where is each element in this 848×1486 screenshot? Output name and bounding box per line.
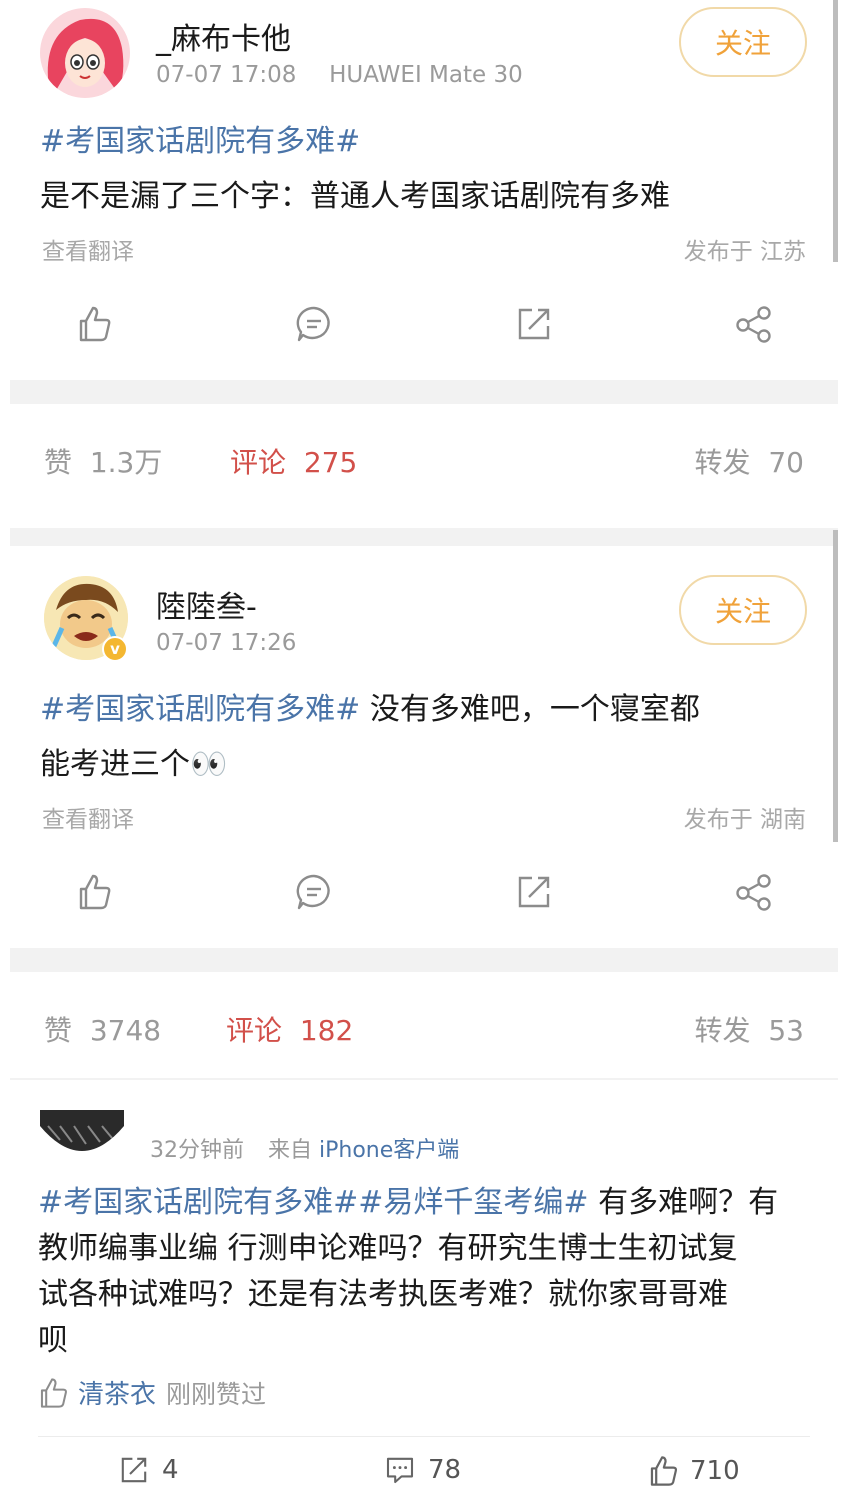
share-box-icon xyxy=(518,308,550,340)
share-box-icon xyxy=(518,876,550,908)
share-nodes-icon xyxy=(736,874,771,911)
liked-by-row: 清茶衣 刚刚赞过 xyxy=(36,1374,266,1411)
verified-badge: v xyxy=(102,636,128,662)
section-divider xyxy=(10,1078,838,1080)
avatar-cropped xyxy=(40,1110,124,1151)
post-text-line4: 呗 xyxy=(38,1323,68,1358)
post-text-line1: 没有多难吧，一个寝室都 xyxy=(360,692,700,727)
share-box-icon xyxy=(121,1457,147,1483)
comments-count[interactable]: 评论 182 xyxy=(226,1009,353,1049)
avatar-cartoon-girl xyxy=(40,8,130,98)
eyes-emoji: 👀 xyxy=(190,747,228,782)
likes-value: 1.3万 xyxy=(89,446,163,479)
like-count: 710 xyxy=(690,1456,740,1486)
post-text-line2: 教师编事业编 行测申论难吗？有研究生博士生初试复 xyxy=(38,1231,738,1266)
section-divider xyxy=(10,948,838,972)
repost-button[interactable] xyxy=(510,300,558,348)
scrollbar[interactable] xyxy=(833,530,838,842)
post-text: 是不是漏了三个字：普通人考国家话剧院有多难 xyxy=(40,179,670,214)
liked-text: 刚刚赞过 xyxy=(166,1379,267,1409)
comments-count[interactable]: 评论 275 xyxy=(230,441,357,481)
translate-link[interactable]: 查看翻译 xyxy=(42,800,134,834)
share-button[interactable] xyxy=(730,300,778,348)
comments-label: 评论 xyxy=(230,446,287,479)
section-divider xyxy=(10,380,838,404)
reposts-label: 转发 xyxy=(694,1014,751,1047)
follow-button[interactable]: 关注 xyxy=(679,575,807,645)
thumb-up-icon xyxy=(40,1377,67,1408)
hashtag-link[interactable]: #考国家话剧院有多难# xyxy=(40,124,360,159)
like-button[interactable]: 710 xyxy=(646,1454,740,1486)
avatar[interactable] xyxy=(40,8,130,98)
share-nodes-icon xyxy=(736,306,771,343)
like-button[interactable] xyxy=(70,868,118,916)
likes-count[interactable]: 赞 3748 xyxy=(44,1009,161,1049)
thumb-up-icon xyxy=(79,874,111,910)
post-text-line1: 有多难啊？有 xyxy=(588,1185,779,1220)
post-text-line2: 能考进三个 xyxy=(40,747,190,782)
likes-label: 赞 xyxy=(44,446,73,479)
likes-value: 3748 xyxy=(89,1014,162,1047)
follow-button[interactable]: 关注 xyxy=(679,7,807,77)
comments-value: 275 xyxy=(303,446,358,479)
comments-value: 182 xyxy=(299,1014,354,1047)
scrollbar[interactable] xyxy=(833,0,838,262)
location-label: 发布于 江苏 xyxy=(683,239,806,265)
username[interactable]: _麻布卡他 xyxy=(156,14,291,58)
post-text-line3: 试各种试难吗？还是有法考执医考难？就你家哥哥难 xyxy=(38,1277,728,1312)
source-prefix: 来自 xyxy=(268,1138,313,1163)
post-content: #考国家话剧院有多难# 是不是漏了三个字：普通人考国家话剧院有多难 xyxy=(40,114,830,224)
comment-icon xyxy=(386,1457,414,1484)
hashtag-link[interactable]: #考国家话剧院有多难# xyxy=(40,692,360,727)
repost-count: 4 xyxy=(162,1455,179,1485)
source-link[interactable]: iPhone客户端 xyxy=(319,1138,459,1163)
comment-icon xyxy=(296,306,330,342)
section-divider xyxy=(38,1436,810,1437)
thumb-up-icon xyxy=(79,306,111,342)
like-button[interactable] xyxy=(70,300,118,348)
hashtag-link[interactable]: #易烊千玺考编# xyxy=(358,1185,588,1220)
comment-count: 78 xyxy=(428,1455,462,1485)
reposts-count[interactable]: 转发 53 xyxy=(695,1009,804,1049)
post-meta: 32分钟前 来自 iPhone客户端 xyxy=(150,1132,459,1164)
section-divider xyxy=(10,528,838,546)
comments-label: 评论 xyxy=(226,1014,283,1047)
liker-name[interactable]: 清茶衣 xyxy=(78,1374,156,1411)
comment-button[interactable]: 78 xyxy=(384,1454,461,1486)
reposts-label: 转发 xyxy=(694,446,751,479)
post-time: 07-07 17:08 xyxy=(156,62,297,88)
reposts-value: 70 xyxy=(768,446,804,479)
thumb-up-icon xyxy=(650,1456,678,1486)
likes-count[interactable]: 赞 1.3万 xyxy=(44,441,162,481)
post-content: #考国家话剧院有多难# 没有多难吧，一个寝室都 能考进三个👀 xyxy=(40,682,830,792)
hashtag-link[interactable]: #考国家话剧院有多难# xyxy=(38,1185,358,1220)
reposts-value: 53 xyxy=(768,1014,804,1047)
share-button[interactable] xyxy=(730,868,778,916)
location-label: 发布于 湖南 xyxy=(683,807,806,833)
repost-button[interactable]: 4 xyxy=(118,1454,179,1486)
comment-icon xyxy=(296,874,330,910)
avatar[interactable] xyxy=(40,1110,124,1160)
post-time: 07-07 17:26 xyxy=(156,630,297,656)
post-meta: 07-07 17:08 HUAWEI Mate 30 xyxy=(156,62,523,88)
translate-link[interactable]: 查看翻译 xyxy=(42,232,134,266)
post-device: HUAWEI Mate 30 xyxy=(329,62,523,88)
post-time: 32分钟前 xyxy=(150,1138,244,1163)
comment-button[interactable] xyxy=(290,300,338,348)
repost-button[interactable] xyxy=(510,868,558,916)
likes-label: 赞 xyxy=(44,1014,73,1047)
post-content: #考国家话剧院有多难##易烊千玺考编# 有多难啊？有 教师编事业编 行测申论难吗… xyxy=(38,1180,828,1364)
username[interactable]: 陸陸叁- xyxy=(156,582,257,626)
reposts-count[interactable]: 转发 70 xyxy=(695,441,804,481)
comment-button[interactable] xyxy=(290,868,338,916)
